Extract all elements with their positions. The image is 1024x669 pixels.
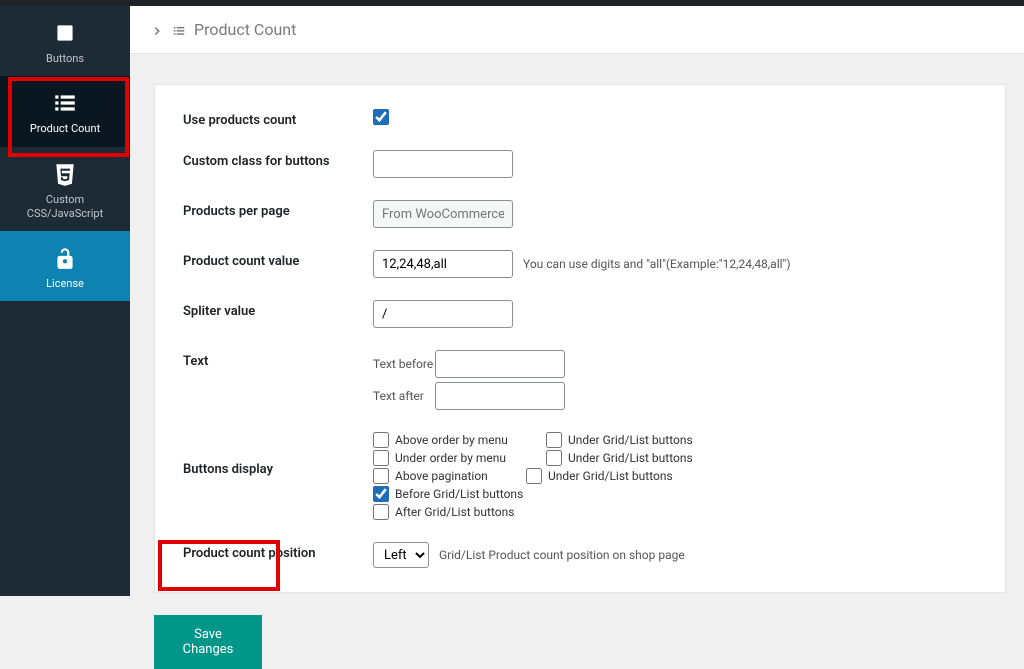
css-icon xyxy=(51,161,79,187)
label-count-value: Product count value xyxy=(183,250,373,269)
input-text-after[interactable] xyxy=(435,382,565,410)
main-area: Product Count Use products count Custom … xyxy=(130,0,1024,596)
page-title: Product Count xyxy=(194,20,296,39)
input-products-per-page[interactable] xyxy=(373,200,513,228)
label-per-page: Products per page xyxy=(183,200,373,219)
input-splitter[interactable] xyxy=(373,300,513,328)
buttons-icon xyxy=(51,20,79,46)
label-position: Product count position xyxy=(183,542,373,561)
checkbox-under-grid-list-3[interactable]: Under Grid/List buttons xyxy=(526,468,673,484)
checkbox-above-pagination[interactable]: Above pagination xyxy=(373,468,498,484)
sidebar-item-custom-css-js[interactable]: Custom CSS/JavaScript xyxy=(0,147,130,232)
label-text-before: Text before xyxy=(373,357,435,371)
sidebar-item-label: Buttons xyxy=(46,52,84,66)
input-custom-class[interactable] xyxy=(373,150,513,178)
label-custom-class: Custom class for buttons xyxy=(183,150,373,169)
sidebar-item-label: License xyxy=(46,277,84,291)
sidebar-item-label: Product Count xyxy=(30,122,100,136)
hint-position: Grid/List Product count position on shop… xyxy=(439,548,685,562)
breadcrumb: Product Count xyxy=(130,6,1024,54)
checkbox-under-grid-list-2[interactable]: Under Grid/List buttons xyxy=(546,450,693,466)
label-buttons-display: Buttons display xyxy=(183,432,373,477)
label-splitter: Spliter value xyxy=(183,300,373,319)
label-text-after: Text after xyxy=(373,389,435,403)
sidebar: Buttons Product Count Custom CSS/JavaScr… xyxy=(0,0,130,596)
sidebar-item-label: Custom CSS/JavaScript xyxy=(8,193,122,222)
checkbox-under-grid-list-1[interactable]: Under Grid/List buttons xyxy=(546,432,693,448)
chevron-right-icon xyxy=(150,23,164,37)
hint-count-value: You can use digits and "all"(Example:"12… xyxy=(523,257,791,271)
list-icon xyxy=(172,23,186,37)
checkbox-under-order-by[interactable]: Under order by menu xyxy=(373,450,518,466)
input-count-value[interactable] xyxy=(373,250,513,278)
checkbox-before-grid-list[interactable]: Before Grid/List buttons xyxy=(373,486,523,502)
unlock-icon xyxy=(51,245,79,271)
save-button[interactable]: Save Changes xyxy=(154,615,262,669)
list-icon xyxy=(51,90,79,116)
label-text: Text xyxy=(183,350,373,369)
input-text-before[interactable] xyxy=(435,350,565,378)
sidebar-item-product-count[interactable]: Product Count xyxy=(0,76,130,146)
label-use-products-count: Use products count xyxy=(183,109,373,128)
sidebar-item-license[interactable]: License xyxy=(0,231,130,301)
checkbox-use-products-count[interactable] xyxy=(373,109,389,125)
checkbox-after-grid-list[interactable]: After Grid/List buttons xyxy=(373,504,518,520)
checkbox-above-order-by[interactable]: Above order by menu xyxy=(373,432,518,448)
select-position[interactable]: Left xyxy=(373,542,429,568)
settings-panel: Use products count Custom class for butt… xyxy=(154,84,1006,593)
sidebar-item-buttons[interactable]: Buttons xyxy=(0,6,130,76)
